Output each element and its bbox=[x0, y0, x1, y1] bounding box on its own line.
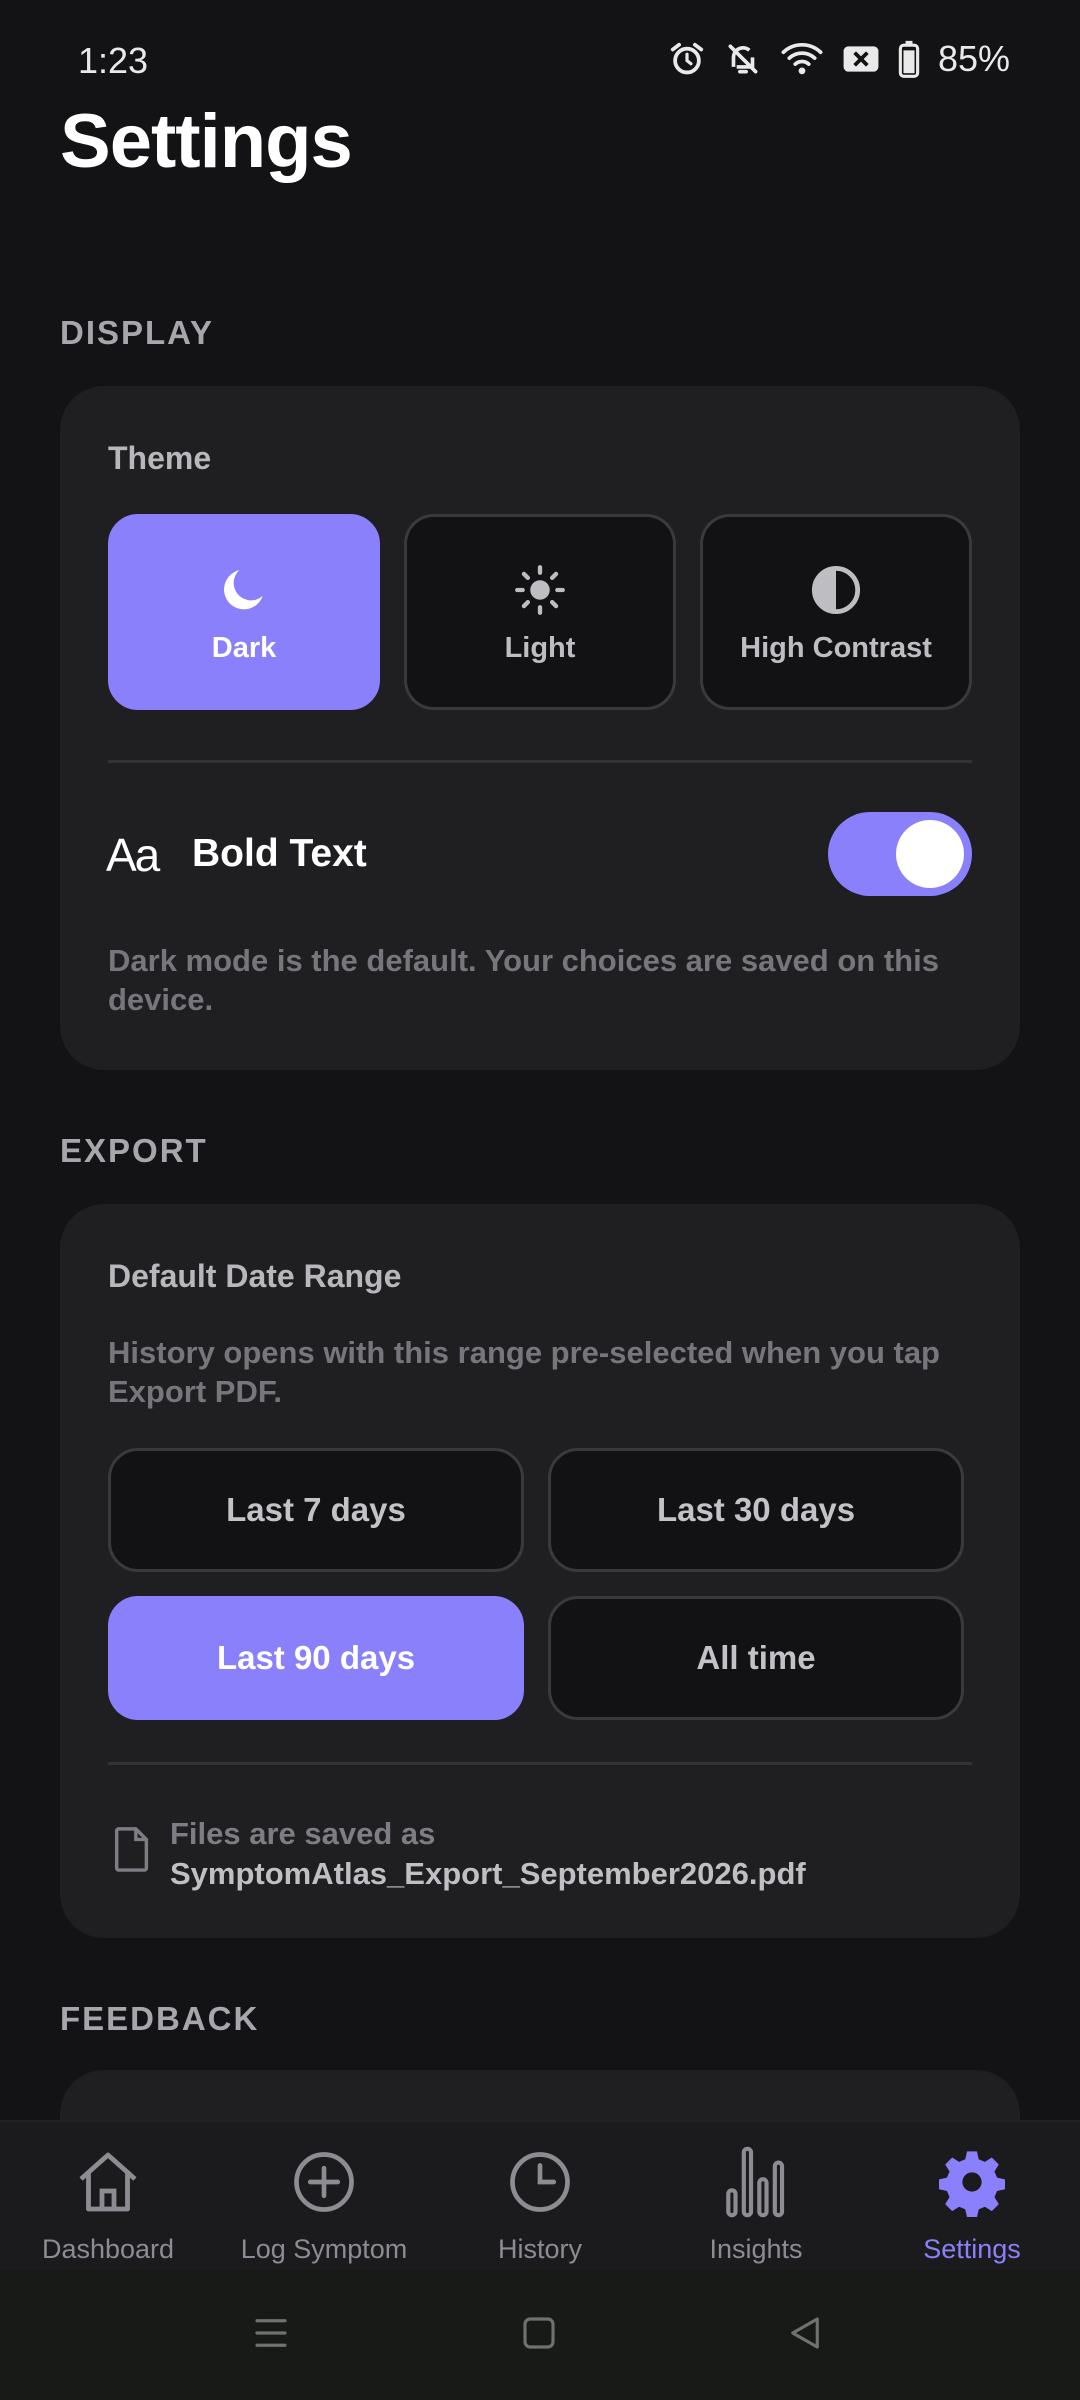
theme-light-label: Light bbox=[504, 631, 576, 664]
section-label-export: EXPORT bbox=[60, 1132, 208, 1169]
section-label-display: DISPLAY bbox=[60, 314, 214, 351]
range-all-time[interactable]: All time bbox=[548, 1596, 964, 1720]
theme-light-button[interactable]: Light bbox=[404, 514, 676, 710]
bar-chart-icon bbox=[726, 2146, 785, 2218]
status-time: 1:23 bbox=[78, 40, 149, 81]
range-last-90-days[interactable]: Last 90 days bbox=[108, 1596, 524, 1720]
nav-history-label: History bbox=[497, 2234, 582, 2264]
nav-log-symptom-label: Log Symptom bbox=[240, 2234, 408, 2264]
date-range-heading: Default Date Range bbox=[108, 1258, 402, 1294]
recent-apps-icon[interactable] bbox=[250, 2312, 292, 2354]
nav-insights[interactable]: Insights bbox=[648, 2142, 864, 2265]
bottom-nav: Dashboard Log Symptom History Insights S… bbox=[0, 2120, 1080, 2270]
toggle-knob bbox=[896, 820, 964, 888]
system-nav-bar bbox=[0, 2270, 1080, 2400]
battery-icon bbox=[898, 40, 920, 78]
home-button-icon[interactable] bbox=[518, 2312, 560, 2354]
file-name-info: Files are saved as SymptomAtlas_Export_S… bbox=[170, 1814, 806, 1895]
section-label-feedback: FEEDBACK bbox=[60, 2000, 260, 2037]
gear-icon bbox=[939, 2151, 1005, 2217]
display-card: Theme Dark Light High Contrast Aa Bold T… bbox=[60, 386, 1020, 1070]
file-icon bbox=[114, 1827, 149, 1872]
sun-icon bbox=[515, 564, 565, 615]
nav-settings-label: Settings bbox=[923, 2234, 1021, 2264]
nav-history[interactable]: History bbox=[432, 2142, 648, 2265]
range-last-7-days[interactable]: Last 7 days bbox=[108, 1448, 524, 1572]
text-size-icon: Aa bbox=[106, 829, 160, 881]
clock-icon bbox=[510, 2152, 570, 2212]
theme-high-contrast-button[interactable]: High Contrast bbox=[700, 514, 972, 710]
nav-dashboard-label: Dashboard bbox=[41, 2234, 175, 2264]
theme-heading: Theme bbox=[108, 440, 212, 476]
file-name-text: SymptomAtlas_Export_September2026.pdf bbox=[170, 1856, 806, 1892]
sim-error-icon bbox=[843, 46, 879, 72]
divider bbox=[108, 1762, 972, 1765]
status-icons: 85% bbox=[668, 38, 1010, 80]
home-icon bbox=[79, 2152, 137, 2212]
nav-insights-label: Insights bbox=[709, 2234, 803, 2264]
divider bbox=[108, 760, 972, 763]
theme-high-contrast-label: High Contrast bbox=[740, 631, 932, 664]
theme-dark-label: Dark bbox=[211, 631, 277, 664]
page-title: Settings bbox=[60, 99, 353, 184]
moon-icon bbox=[224, 569, 263, 609]
file-lead-text: Files are saved as bbox=[170, 1816, 436, 1851]
plus-circle-icon bbox=[294, 2152, 354, 2212]
bold-text-toggle[interactable] bbox=[828, 812, 972, 896]
nav-log-symptom[interactable]: Log Symptom bbox=[216, 2142, 432, 2265]
notifications-off-icon bbox=[728, 44, 758, 74]
alarm-icon bbox=[670, 42, 704, 75]
range-last-30-days[interactable]: Last 30 days bbox=[548, 1448, 964, 1572]
wifi-icon bbox=[781, 42, 823, 75]
bold-text-label: Bold Text bbox=[192, 832, 367, 875]
export-card: Default Date Range History opens with th… bbox=[60, 1204, 1020, 1938]
nav-settings[interactable]: Settings bbox=[864, 2142, 1080, 2265]
nav-dashboard[interactable]: Dashboard bbox=[0, 2142, 216, 2265]
contrast-icon bbox=[811, 565, 861, 614]
battery-percent: 85% bbox=[937, 38, 1010, 79]
back-icon[interactable] bbox=[784, 2312, 826, 2354]
theme-dark-button[interactable]: Dark bbox=[108, 514, 380, 710]
display-note: Dark mode is the default. Your choices a… bbox=[108, 943, 939, 1017]
date-range-description: History opens with this range pre-select… bbox=[108, 1335, 940, 1409]
